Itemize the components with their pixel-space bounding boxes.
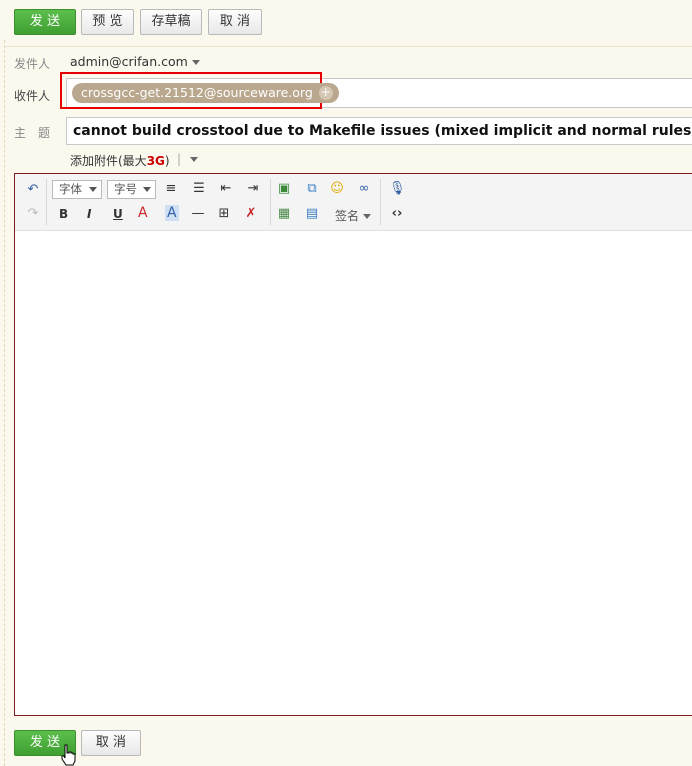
sender-select[interactable]: admin@crifan.com [70, 54, 200, 69]
source-code-icon[interactable]: ‹› [389, 206, 405, 222]
insert-image-icon[interactable]: ▣ [276, 181, 292, 197]
clear-format-icon[interactable]: ✗ [243, 206, 259, 222]
chevron-down-icon [89, 187, 97, 192]
signature-label: 签名 [335, 209, 360, 223]
add-contact-icon[interactable]: + [318, 86, 333, 100]
indent-icon[interactable]: ⇥ [245, 181, 261, 197]
font-color-button[interactable]: A [138, 205, 148, 221]
recipient-label: 收件人 [14, 89, 51, 103]
chevron-down-icon [143, 187, 151, 192]
highlight-color-button[interactable]: A [165, 205, 179, 221]
screenshot-icon[interactable]: ⧉ [304, 181, 320, 197]
cancel-button[interactable]: 取 消 [208, 9, 262, 35]
preview-button[interactable]: 预 览 [81, 9, 134, 35]
left-guide [4, 40, 5, 766]
underline-button[interactable]: U [113, 207, 123, 221]
recipient-chip-label: crossgcc-get.21512@sourceware.org [81, 85, 313, 100]
font-size-select[interactable]: 字号 [107, 180, 156, 199]
link-icon[interactable]: ∞ [356, 181, 372, 197]
toolbar-divider [380, 179, 381, 225]
redo-icon[interactable]: ↷ [25, 206, 41, 222]
font-family-label: 字体 [59, 182, 82, 196]
attachment-options-icon[interactable] [190, 157, 198, 162]
horizontal-rule-icon[interactable]: — [190, 206, 206, 222]
toolbar-divider [46, 179, 47, 225]
save-draft-button[interactable]: 存草稿 [140, 9, 202, 35]
outdent-icon[interactable]: ⇤ [218, 181, 234, 197]
align-icon[interactable]: ≡ [163, 181, 179, 197]
microphone-icon[interactable]: 🎙 [389, 181, 406, 197]
chevron-down-icon [191, 60, 200, 65]
chevron-down-icon [363, 214, 372, 219]
emoji-icon[interactable]: ☺ [329, 181, 345, 197]
sender-label: 发件人 [14, 57, 51, 71]
editor-toolbar: ↶ ↷ 字体 字号 ≡ ☰ ⇤ ⇥ ▣ ⧉ ☺ ∞ 🎙 B I U A A — … [15, 174, 692, 231]
recipient-chip[interactable]: crossgcc-get.21512@sourceware.org + [72, 83, 339, 103]
attachment-separator: | [177, 152, 182, 166]
sender-value: admin@crifan.com [70, 54, 188, 69]
font-family-select[interactable]: 字体 [52, 180, 102, 199]
bold-button[interactable]: B [59, 207, 68, 221]
send-button[interactable]: 发 送 [14, 9, 76, 35]
add-attachment-link[interactable]: 添加附件(最大3G) [70, 152, 170, 169]
calendar-icon[interactable]: ▤ [304, 206, 320, 222]
subject-value: cannot build crosstool due to Makefile i… [73, 123, 692, 139]
header-divider [4, 46, 692, 47]
subject-label: 主 题 [14, 126, 51, 140]
table-icon[interactable]: ⊞ [216, 206, 232, 222]
attachment-max: 3G [146, 154, 165, 168]
italic-button[interactable]: I [87, 207, 91, 221]
font-size-label: 字号 [114, 182, 137, 196]
attachment-close-paren: ) [164, 154, 170, 168]
message-editor[interactable]: ↶ ↷ 字体 字号 ≡ ☰ ⇤ ⇥ ▣ ⧉ ☺ ∞ 🎙 B I U A A — … [14, 173, 692, 716]
bulleted-list-icon[interactable]: ☰ [191, 181, 207, 197]
attachment-text: 添加附件(最大 [70, 154, 147, 168]
template-icon[interactable]: ▦ [276, 206, 292, 222]
cancel-button-bottom[interactable]: 取 消 [81, 730, 141, 756]
hand-cursor-icon [61, 744, 76, 766]
undo-icon[interactable]: ↶ [25, 182, 41, 198]
signature-select[interactable]: 签名 [335, 207, 372, 224]
toolbar-divider [270, 179, 271, 225]
